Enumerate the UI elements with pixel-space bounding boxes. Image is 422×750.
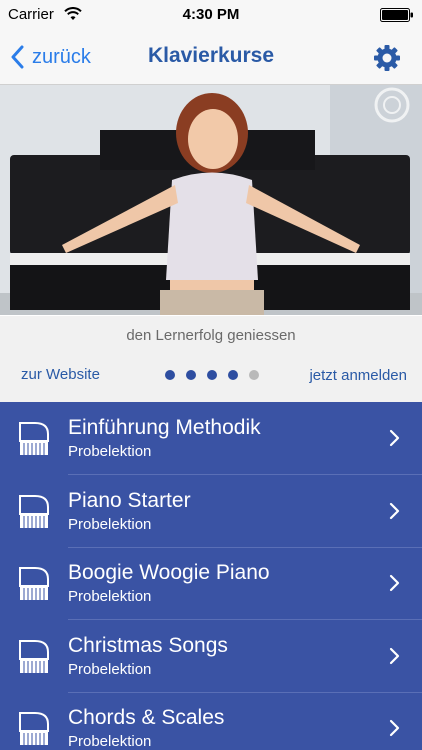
course-list: Einführung Methodik Probelektion Piano Sta…	[0, 402, 422, 750]
grand-piano-icon	[19, 712, 49, 745]
navigation-bar: zurück Klavierkurse	[0, 30, 422, 85]
chevron-right-icon	[389, 502, 400, 519]
hero-image	[0, 85, 422, 315]
page-indicator[interactable]	[165, 370, 259, 380]
course-row[interactable]: Einführung Methodik Probelektion	[0, 402, 422, 475]
course-subtitle: Probelektion	[68, 660, 152, 678]
chevron-right-icon	[389, 429, 400, 447]
page-dot[interactable]	[249, 370, 259, 380]
page-dot[interactable]	[165, 370, 175, 380]
battery-icon	[380, 8, 413, 22]
grand-piano-icon	[19, 639, 49, 673]
course-title: Christmas Songs	[68, 633, 228, 657]
course-row[interactable]: Piano Starter Probelektion	[0, 475, 422, 548]
course-title: Chords & Scales	[68, 706, 225, 729]
chevron-right-icon	[389, 719, 400, 737]
pianist-illustration	[0, 85, 422, 315]
page-dot[interactable]	[228, 370, 238, 380]
status-bar: Carrier 4:30 PM	[0, 0, 422, 30]
grand-piano-icon	[19, 422, 49, 455]
gear-icon[interactable]	[372, 43, 402, 73]
course-subtitle: Probelektion	[68, 443, 152, 460]
course-title: Piano Starter	[68, 488, 191, 512]
course-title: Boogie Woogie Piano	[68, 561, 270, 584]
grand-piano-icon	[19, 567, 49, 600]
status-time: 4:30 PM	[182, 6, 240, 23]
website-link[interactable]: zur Website	[21, 366, 100, 383]
course-subtitle: Probelektion	[68, 733, 152, 750]
pager-row: zur Website jetzt anmelden	[0, 356, 422, 402]
page-dot[interactable]	[207, 370, 217, 380]
course-title: Einführung Methodik	[68, 416, 261, 439]
signup-link[interactable]: jetzt anmelden	[309, 367, 407, 384]
hero-caption: den Lernerfolg geniessen	[0, 316, 422, 356]
course-row[interactable]: Chords & Scales Probelektion	[0, 692, 422, 750]
course-row[interactable]: Boogie Woogie Piano Probelektion	[0, 547, 422, 620]
course-subtitle: Probelektion	[68, 515, 152, 533]
chevron-right-icon	[389, 574, 400, 592]
grand-piano-icon	[19, 494, 49, 528]
course-row[interactable]: Christmas Songs Probelektion	[0, 620, 422, 693]
course-subtitle: Probelektion	[68, 588, 152, 605]
chevron-right-icon	[389, 647, 400, 664]
page-title: Klavierkurse	[147, 44, 275, 67]
page-dot[interactable]	[186, 370, 196, 380]
